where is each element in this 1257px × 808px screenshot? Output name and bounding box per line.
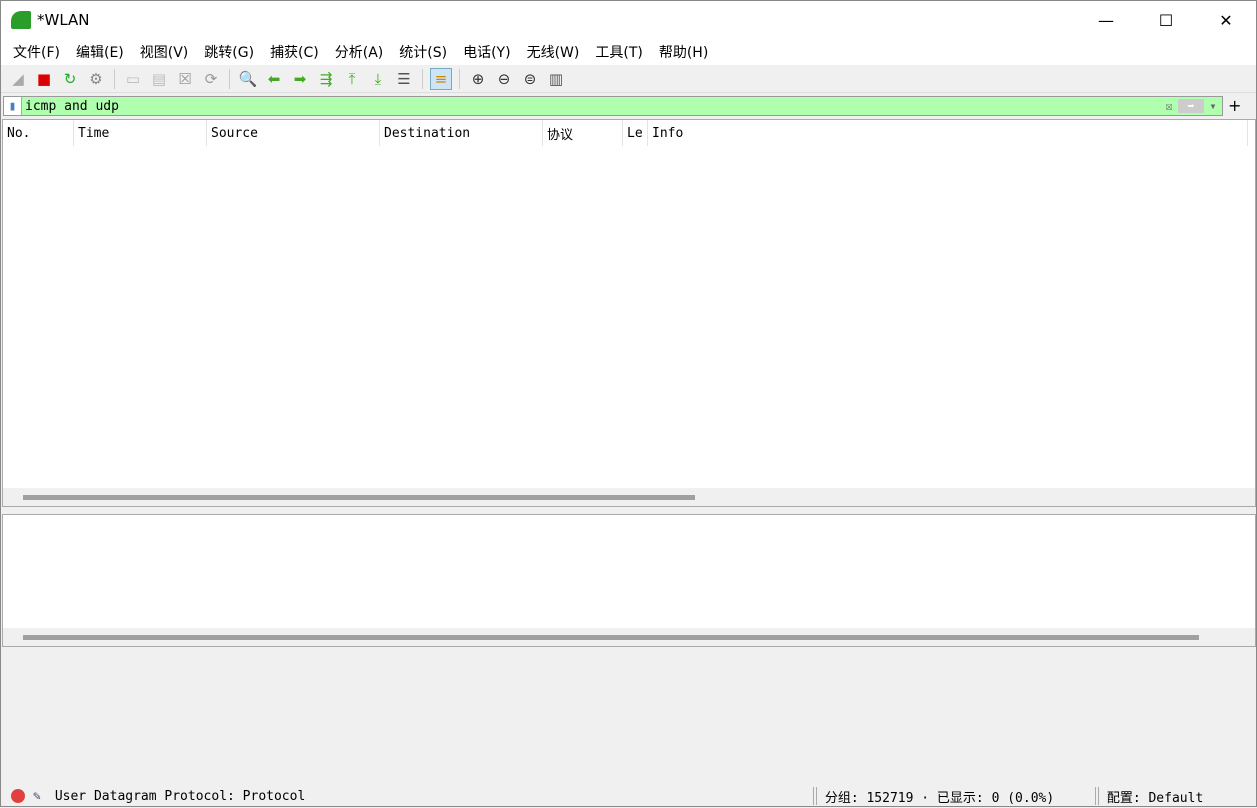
menu-item-8[interactable]: 无线(W) <box>519 42 588 62</box>
toolbar-separator <box>114 68 115 89</box>
column-header[interactable]: Info <box>648 120 1248 146</box>
menu-bar: 文件(F) 编辑(E) 视图(V) 跳转(G) 捕获(C) 分析(A) 统计(S) 电话(Y)… <box>1 39 1256 65</box>
find-packet-icon[interactable]: 🔍 <box>237 68 259 90</box>
menu-item-5[interactable]: 分析(A) <box>327 42 392 62</box>
packet-list-header: No. Time Source Destination 协议 Le Info <box>3 120 1255 146</box>
window-title: *WLAN <box>37 11 90 29</box>
restart-capture-icon[interactable]: ↻ <box>59 68 81 90</box>
stop-capture-icon[interactable]: ■ <box>33 68 55 90</box>
maximize-button[interactable]: ☐ <box>1136 1 1196 39</box>
packet-bytes-pane <box>2 647 1256 781</box>
status-message: User Datagram Protocol: Protocol <box>54 788 306 804</box>
save-file-icon[interactable]: ▤ <box>148 68 170 90</box>
close-file-icon[interactable]: ☒ <box>174 68 196 90</box>
display-filter-bar: ▮ ☒ ➡ ▾ <box>3 96 1223 116</box>
last-packet-icon[interactable]: ⤓ <box>367 68 389 90</box>
capture-options-icon[interactable]: ⚙ <box>85 68 107 90</box>
main-toolbar: ◢ ■ ↻ ⚙ ▭ ▤ ☒ ⟳ 🔍 ⬅ ➡ ⇶ ⤒ ⤓ ☰ ≡ ⊕ ⊖ ⊜ ▥ <box>1 65 1256 93</box>
column-header[interactable]: Le <box>623 120 648 146</box>
menu-item-4[interactable]: 捕获(C) <box>262 42 327 62</box>
profile-selector[interactable]: 配置: Default <box>1107 787 1203 806</box>
toolbar-separator <box>422 68 423 89</box>
column-header[interactable]: No. <box>3 120 74 146</box>
menu-item-6[interactable]: 统计(S) <box>391 42 455 62</box>
display-filter-input[interactable] <box>22 98 1160 114</box>
minimize-button[interactable]: — <box>1076 1 1136 39</box>
go-forward-icon[interactable]: ➡ <box>289 68 311 90</box>
zoom-in-icon[interactable]: ⊕ <box>467 68 489 90</box>
capture-status-icon <box>11 789 25 803</box>
menu-item-10[interactable]: 帮助(H) <box>651 42 716 62</box>
packet-details-pane <box>2 514 1256 647</box>
menu-item-3[interactable]: 跳转(G) <box>196 42 262 62</box>
packet-list-hscrollbar[interactable] <box>3 488 1255 506</box>
menu-item-7[interactable]: 电话(Y) <box>455 42 518 62</box>
shark-fin-start-icon[interactable]: ◢ <box>7 68 29 90</box>
menu-item-2[interactable]: 视图(V) <box>132 42 197 62</box>
close-button[interactable]: ✕ <box>1196 1 1256 39</box>
go-back-icon[interactable]: ⬅ <box>263 68 285 90</box>
column-header[interactable]: 协议 <box>543 120 623 146</box>
column-header[interactable]: Source <box>207 120 380 146</box>
menu-item-9[interactable]: 工具(T) <box>587 42 650 62</box>
add-filter-button-icon[interactable]: + <box>1228 96 1241 115</box>
first-packet-icon[interactable]: ⤒ <box>341 68 363 90</box>
bookmark-icon[interactable]: ▮ <box>4 97 22 115</box>
column-header[interactable]: Time <box>74 120 207 146</box>
apply-filter-icon[interactable]: ➡ <box>1178 99 1204 113</box>
filter-history-dropdown-icon[interactable]: ▾ <box>1204 99 1222 113</box>
toolbar-separator <box>459 68 460 89</box>
go-to-packet-icon[interactable]: ⇶ <box>315 68 337 90</box>
menu-item-1[interactable]: 编辑(E) <box>68 42 132 62</box>
edit-comment-icon[interactable]: ✎ <box>33 789 41 804</box>
column-header[interactable]: Destination <box>380 120 543 146</box>
title-bar: *WLAN — ☐ ✕ <box>1 1 1256 39</box>
packet-details-hscrollbar[interactable] <box>3 628 1255 646</box>
wireshark-logo-icon <box>11 11 31 29</box>
resize-columns-icon[interactable]: ▥ <box>545 68 567 90</box>
colorize-icon[interactable]: ≡ <box>430 67 452 90</box>
menu-item-0[interactable]: 文件(F) <box>5 42 68 62</box>
open-file-icon[interactable]: ▭ <box>122 68 144 90</box>
packet-count: 分组: 152719 · 已显示: 0 (0.0%) <box>824 790 1055 806</box>
packet-list-pane: No. Time Source Destination 协议 Le Info <box>2 119 1256 507</box>
autoscroll-icon[interactable]: ☰ <box>393 68 415 90</box>
zoom-normal-icon[interactable]: ⊜ <box>519 68 541 90</box>
status-bar: ✎ User Datagram Protocol: Protocol 分组: 1… <box>1 784 1256 808</box>
zoom-out-icon[interactable]: ⊖ <box>493 68 515 90</box>
toolbar-separator <box>229 68 230 89</box>
reload-file-icon[interactable]: ⟳ <box>200 68 222 90</box>
clear-filter-icon[interactable]: ☒ <box>1160 99 1178 113</box>
